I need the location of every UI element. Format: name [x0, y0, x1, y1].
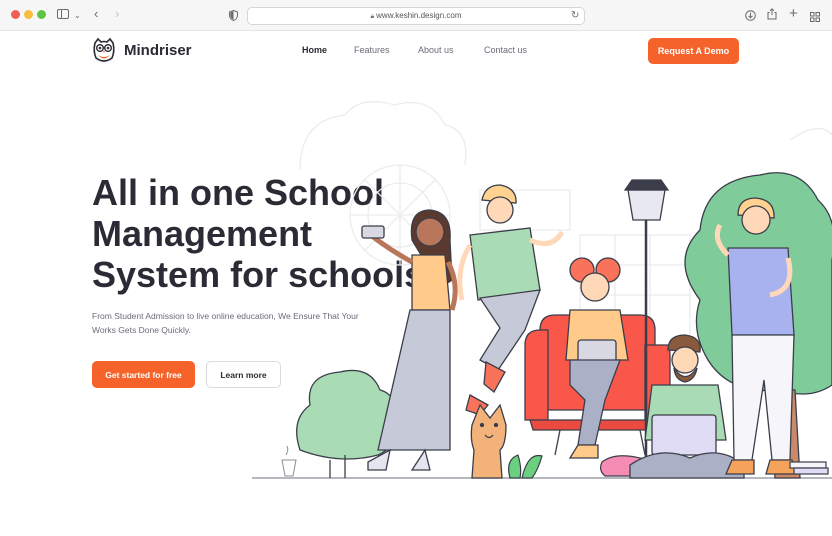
people-in-park-illustration — [252, 101, 832, 479]
brand-name[interactable]: Mindriser — [124, 42, 192, 59]
zoom-window-button[interactable] — [37, 10, 46, 19]
tab-overview-icon[interactable] — [810, 9, 820, 27]
sidebar-icon[interactable] — [57, 6, 69, 24]
nav-link-features[interactable]: Features — [354, 45, 390, 55]
back-icon[interactable]: ‹ — [94, 5, 98, 23]
reload-icon[interactable]: ↻ — [571, 7, 579, 25]
close-window-button[interactable] — [11, 10, 20, 19]
nav-link-home[interactable]: Home — [302, 45, 327, 55]
new-tab-icon[interactable]: + — [789, 5, 798, 23]
nav-link-contact-us[interactable]: Contact us — [484, 45, 527, 55]
share-icon[interactable] — [767, 7, 777, 25]
download-icon[interactable] — [745, 8, 756, 26]
browser-toolbar: ⌄ ‹ › 🔒︎ www.keshin.design.com ↻ + — [0, 0, 832, 31]
get-started-button[interactable]: Get started for free — [92, 361, 195, 388]
minimize-window-button[interactable] — [24, 10, 33, 19]
owl-icon[interactable] — [92, 37, 116, 70]
url-text: www.keshin.design.com — [376, 11, 462, 20]
shield-icon[interactable] — [229, 8, 238, 26]
chevron-down-icon[interactable]: ⌄ — [74, 7, 81, 25]
address-bar[interactable]: 🔒︎ www.keshin.design.com — [247, 7, 585, 25]
forward-icon[interactable]: › — [115, 5, 119, 23]
nav-link-about-us[interactable]: About us — [418, 45, 454, 55]
request-demo-button[interactable]: Request A Demo — [648, 38, 739, 64]
site-header: Mindriser Home Features About us Contact… — [0, 30, 832, 72]
